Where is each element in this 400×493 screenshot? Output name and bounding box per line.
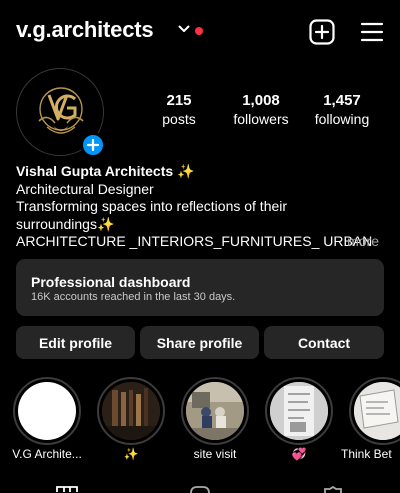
display-name: Vishal Gupta Architects ✨ [16, 163, 195, 179]
stat-label: posts [162, 111, 196, 127]
add-story-badge[interactable] [80, 132, 106, 158]
dashboard-subtitle: 16K accounts reached in the last 30 days… [31, 291, 236, 303]
plus-icon [86, 138, 100, 152]
stat-label: following [314, 111, 370, 127]
profile-bio: Vishal Gupta Architects ✨ Architectural … [16, 163, 388, 251]
top-bar: v.g.architects [0, 0, 400, 62]
stat-value: 1,457 [323, 92, 361, 109]
highlight-cover [270, 382, 328, 440]
chevron-down-icon[interactable] [178, 24, 190, 34]
contact-button[interactable]: Contact [264, 326, 384, 359]
highlight-label: Think Bet [341, 447, 392, 461]
following-count[interactable]: 1,457 following [308, 92, 376, 128]
story-highlight[interactable]: site visit [181, 377, 249, 461]
edit-profile-button[interactable]: Edit profile [16, 326, 135, 359]
highlight-label: ✨ [123, 447, 139, 461]
highlight-cover [354, 382, 400, 440]
highlight-label: site visit [193, 447, 237, 461]
category-label: Architectural Designer [16, 180, 154, 197]
notification-dot [195, 27, 203, 35]
reels-icon[interactable] [189, 486, 211, 493]
highlight-cover [186, 382, 244, 440]
tagged-icon[interactable] [322, 486, 344, 493]
story-highlight[interactable]: V.G Archite... [12, 377, 82, 461]
followers-count[interactable]: 1,008 followers [224, 92, 298, 128]
dashboard-title: Professional dashboard [31, 274, 191, 290]
posts-count[interactable]: 215 posts [148, 92, 210, 128]
grid-icon[interactable] [56, 486, 78, 493]
highlight-label: V.G Archite... [12, 447, 82, 461]
stat-value: 215 [166, 92, 192, 109]
more-link[interactable]: more [347, 233, 379, 251]
highlight-cover [18, 382, 76, 440]
highlight-label: 💞 [291, 447, 307, 461]
story-highlight[interactable]: ✨ [97, 377, 165, 461]
account-username[interactable]: v.g.architects [16, 17, 154, 43]
create-post-icon[interactable] [309, 19, 335, 45]
highlight-cover [102, 382, 160, 440]
stat-label: followers [233, 111, 289, 127]
menu-icon[interactable] [360, 21, 384, 43]
bio-line: ARCHITECTURE _INTERIORS_FURNITURES_ URBA… [16, 233, 373, 249]
content-tabs [0, 486, 400, 493]
bio-line: surroundings✨ [16, 215, 115, 232]
bio-line: Transforming spaces into reflections of … [16, 198, 288, 214]
stat-value: 1,008 [242, 92, 280, 109]
profile-avatar[interactable] [16, 68, 106, 158]
story-highlight[interactable]: 💞 [265, 377, 333, 461]
story-highlight[interactable]: Think Bet [341, 377, 400, 461]
share-profile-button[interactable]: Share profile [140, 326, 259, 359]
professional-dashboard[interactable]: Professional dashboard 16K accounts reac… [16, 259, 384, 316]
